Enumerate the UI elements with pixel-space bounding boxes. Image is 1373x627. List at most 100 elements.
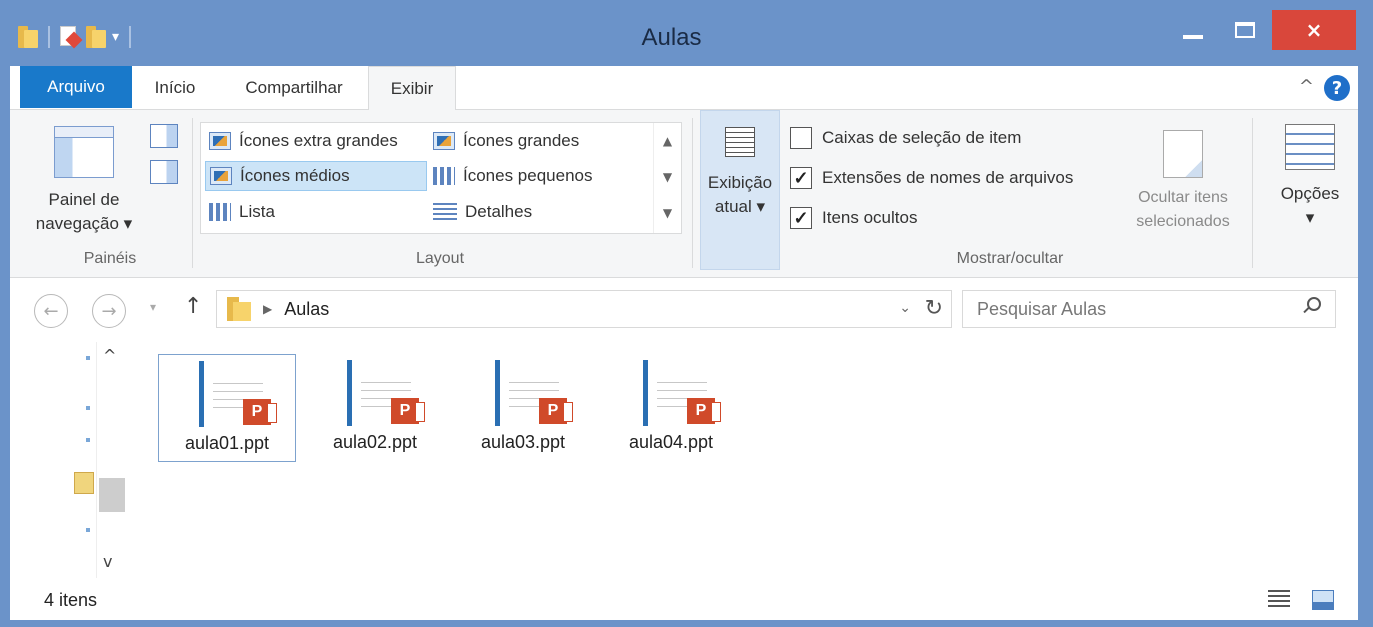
sort-by-icon [725, 127, 755, 157]
search-icon [1307, 297, 1321, 311]
layout-large-icons[interactable]: Ícones grandes [429, 126, 649, 156]
item-checkboxes-checkbox[interactable] [790, 127, 812, 149]
minimize-icon [1183, 35, 1203, 39]
navigation-pane-icon [54, 126, 114, 178]
nav-tree-item[interactable] [86, 438, 90, 442]
nav-folder-icon[interactable] [74, 472, 94, 494]
hidden-items-option[interactable]: ✓ Itens ocultos [790, 202, 917, 234]
tab-inicio[interactable]: Início [134, 66, 216, 110]
layout-details[interactable]: Detalhes [429, 197, 649, 227]
forward-arrow-icon: → [101, 300, 117, 322]
options-button[interactable]: Opções ▾ [1272, 124, 1348, 230]
search-input[interactable]: Pesquisar Aulas [962, 290, 1336, 328]
ribbon-panel: Painel de navegação ▾ Painéis Ícones ext… [10, 110, 1358, 278]
list-icon [209, 203, 231, 221]
large-icons-view-icon[interactable] [1312, 590, 1334, 610]
address-folder-icon [227, 297, 251, 321]
file-area: ^ v P aula01.ppt P aula02.ppt P aula03.p… [10, 342, 1358, 582]
navigation-pane: ^ v [70, 342, 128, 578]
forward-button[interactable]: → [92, 294, 126, 328]
layout-gallery-scroll[interactable]: ▲ ▼ ▼ [653, 123, 681, 233]
hidden-items-checkbox[interactable]: ✓ [790, 207, 812, 229]
details-pane-icon[interactable] [150, 160, 178, 184]
hide-selected-icon [1163, 130, 1203, 178]
navigation-pane-label-2: navegação [35, 214, 119, 233]
medium-icons-icon [210, 167, 232, 185]
layout-medium-icons[interactable]: Ícones médios [205, 161, 427, 191]
current-view-label-2: atual [714, 197, 752, 216]
current-view-label: Exibição [707, 173, 773, 192]
close-button[interactable]: × [1272, 10, 1356, 50]
group-label-show-hide: Mostrar/ocultar [956, 250, 1064, 267]
back-button[interactable]: ← [34, 294, 68, 328]
nav-pane-scrollbar[interactable]: ^ v [96, 342, 126, 578]
maximize-button[interactable] [1222, 10, 1268, 50]
group-label-paineis: Painéis [83, 250, 137, 267]
layout-list[interactable]: Lista [205, 197, 427, 227]
ppt-thumbnail: P [621, 358, 721, 428]
item-checkboxes-option[interactable]: Caixas de seleção de item [790, 122, 1021, 154]
file-name: aula04.ppt [628, 432, 714, 452]
file-extensions-checkbox[interactable]: ✓ [790, 167, 812, 189]
file-name: aula03.ppt [480, 432, 566, 452]
details-icon [433, 203, 457, 221]
minimize-button[interactable] [1170, 10, 1216, 50]
maximize-icon [1235, 22, 1255, 38]
refresh-icon[interactable]: ↻ [925, 295, 943, 321]
explorer-window: ▾ Aulas × Arquivo Início Compartilhar Ex… [0, 0, 1373, 627]
group-label-layout: Layout [415, 250, 465, 267]
status-bar: 4 itens [10, 582, 1358, 620]
hide-selected-items-button[interactable]: Ocultar itens selecionados [1120, 130, 1246, 234]
back-arrow-icon: ← [43, 300, 59, 322]
powerpoint-icon: P [687, 398, 721, 424]
layout-gallery: Ícones extra grandes Ícones grandes Ícon… [200, 122, 682, 234]
navigation-bar: ← → ▾ ↑ ▶ Aulas ⌄ ↻ Pesquisar Aulas [10, 278, 1358, 342]
address-field[interactable]: ▶ Aulas ⌄ ↻ [216, 290, 952, 328]
small-icons-icon [433, 167, 455, 185]
help-icon[interactable]: ? [1324, 75, 1350, 101]
powerpoint-icon: P [243, 399, 277, 425]
file-item[interactable]: P aula01.ppt [158, 354, 296, 462]
navigation-pane-button[interactable]: Painel de navegação ▾ [24, 122, 144, 242]
scroll-down-icon[interactable]: ▼ [654, 159, 681, 195]
file-item[interactable]: P aula02.ppt [306, 354, 444, 462]
nav-tree-item[interactable] [86, 406, 90, 410]
current-view-button[interactable]: Exibição atual ▾ [700, 110, 780, 270]
nav-tree-item[interactable] [86, 356, 90, 360]
powerpoint-icon: P [391, 398, 425, 424]
file-name: aula02.ppt [332, 432, 418, 452]
file-extensions-option[interactable]: ✓ Extensões de nomes de arquivos [790, 162, 1073, 194]
scroll-up-icon[interactable]: ▲ [654, 123, 681, 159]
layout-small-icons[interactable]: Ícones pequenos [429, 161, 649, 191]
scroll-down-icon[interactable]: v [103, 552, 112, 571]
scroll-up-icon[interactable]: ^ [103, 346, 116, 365]
ppt-thumbnail: P [473, 358, 573, 428]
up-arrow-icon[interactable]: ↑ [184, 294, 202, 319]
scrollbar-thumb[interactable] [99, 478, 125, 512]
file-item[interactable]: P aula04.ppt [602, 354, 740, 462]
recent-locations-icon[interactable]: ▾ [150, 300, 156, 314]
file-name: aula01.ppt [184, 433, 270, 453]
tab-compartilhar[interactable]: Compartilhar [220, 66, 368, 110]
item-count: 4 itens [44, 590, 98, 610]
navigation-pane-label: Painel de [48, 190, 120, 209]
expand-gallery-icon[interactable]: ▼ [654, 195, 681, 231]
collapse-ribbon-icon[interactable]: ^ [1299, 76, 1314, 97]
ppt-thumbnail: P [177, 359, 277, 429]
tab-exibir[interactable]: Exibir [368, 66, 456, 111]
breadcrumb-chevron-icon[interactable]: ▶ [263, 302, 272, 316]
address-dropdown-icon[interactable]: ⌄ [899, 299, 911, 316]
ppt-thumbnail: P [325, 358, 425, 428]
window-title: Aulas [641, 24, 702, 51]
nav-tree-item[interactable] [86, 528, 90, 532]
preview-pane-icon[interactable] [150, 124, 178, 148]
extra-large-icons-icon [209, 132, 231, 150]
file-item[interactable]: P aula03.ppt [454, 354, 592, 462]
details-view-icon[interactable] [1268, 590, 1290, 610]
tab-arquivo[interactable]: Arquivo [20, 66, 132, 108]
layout-extra-large-icons[interactable]: Ícones extra grandes [205, 126, 427, 156]
breadcrumb-aulas[interactable]: Aulas [284, 299, 329, 320]
ribbon-tabs: Arquivo Início Compartilhar Exibir ^ ? [10, 66, 1358, 111]
options-icon [1285, 124, 1335, 170]
title-bar[interactable]: ▾ Aulas × [0, 0, 1373, 66]
